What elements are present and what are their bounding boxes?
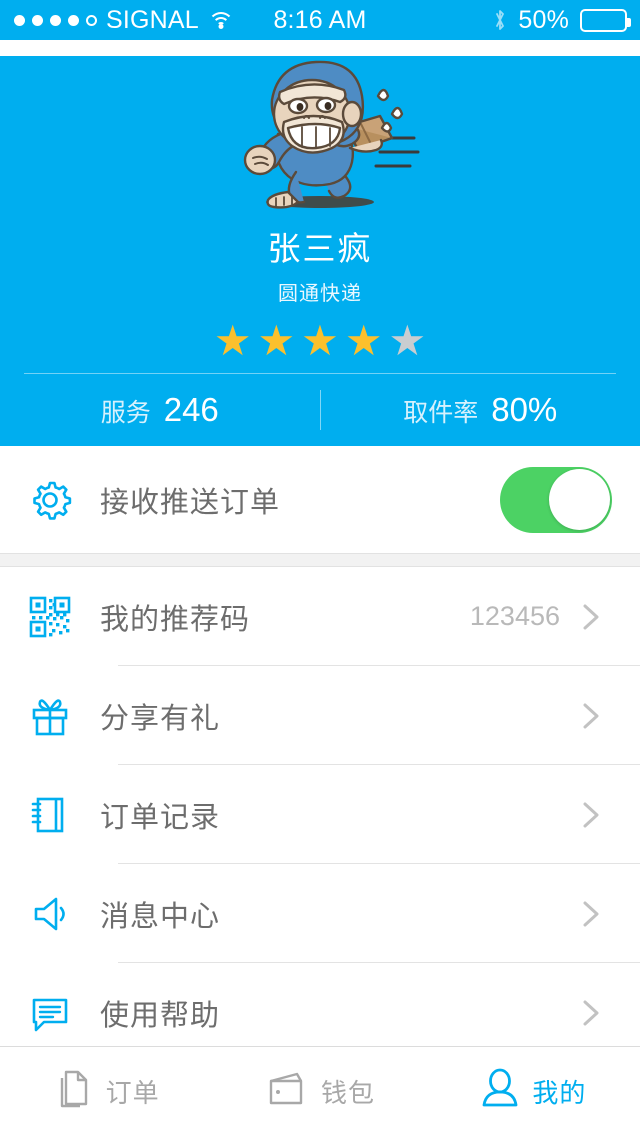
notebook-icon [0, 793, 100, 837]
carrier-label: SIGNAL [106, 5, 199, 34]
toggle-knob [548, 469, 610, 530]
tab-orders[interactable]: 订单 [0, 1047, 213, 1136]
status-bar: SIGNAL 8:16 AM 50% [0, 0, 640, 40]
tab-profile[interactable]: 我的 [427, 1047, 640, 1136]
status-bar-right: 50% [493, 6, 640, 35]
stat-service-label: 服务 [100, 399, 151, 427]
bottom-tab-bar: 订单 钱包 我的 [0, 1046, 640, 1136]
chat-icon [0, 991, 100, 1035]
chevron-right-icon [578, 991, 640, 1035]
menu-list: 我的推荐码 123456 分享有礼订单记录消息中心使用帮助 [0, 567, 640, 1062]
bluetooth-icon [493, 8, 507, 32]
rating-star: ★ [213, 317, 252, 364]
stat-pickup-rate-label: 取件率 [403, 399, 479, 427]
chevron-right-icon [578, 892, 640, 936]
menu-item-label: 我的推荐码 [100, 603, 251, 636]
rating-star: ★ [257, 317, 296, 364]
rating-star: ★ [344, 317, 383, 364]
stat-service: 服务 246 [0, 391, 320, 429]
person-icon [480, 1067, 520, 1116]
gear-icon [0, 478, 100, 522]
gift-icon [0, 694, 100, 738]
battery-percent-label: 50% [518, 5, 569, 34]
menu-item[interactable]: 消息中心 [0, 864, 640, 963]
menu-item[interactable]: 分享有礼 [0, 666, 640, 765]
tab-wallet-label: 钱包 [320, 1078, 375, 1108]
stats-row: 服务 246 取件率 80% [0, 374, 640, 446]
status-bar-left: SIGNAL [0, 6, 234, 35]
profile-header: 张三疯 圆通快递 ★ ★ ★ ★ ★ 服务 246 取件率 80% [0, 56, 640, 446]
tab-profile-label: 我的 [532, 1078, 587, 1108]
section-gap [0, 553, 640, 567]
menu-item[interactable]: 订单记录 [0, 765, 640, 864]
menu-item-label: 分享有礼 [100, 702, 221, 735]
courier-monkey-mascot [200, 56, 440, 216]
chevron-right-icon [578, 595, 640, 639]
rating-stars: ★ ★ ★ ★ ★ [0, 320, 640, 362]
documents-icon [54, 1067, 94, 1116]
tab-orders-label: 订单 [105, 1078, 160, 1108]
tab-wallet[interactable]: 钱包 [213, 1047, 426, 1136]
menu-item-label: 订单记录 [100, 801, 221, 834]
user-name: 张三疯 [267, 230, 373, 267]
push-orders-label: 接收推送订单 [100, 486, 281, 519]
wallet-icon [265, 1069, 309, 1114]
wifi-icon [207, 10, 234, 30]
menu-item-label: 使用帮助 [100, 999, 221, 1032]
menu-item-label: 消息中心 [100, 900, 221, 933]
push-orders-toggle[interactable] [500, 466, 612, 533]
rating-star: ★ [301, 317, 339, 364]
rating-star: ★ [388, 317, 427, 364]
company-name: 圆通快递 [278, 283, 362, 305]
stat-pickup-rate: 取件率 80% [321, 391, 640, 429]
menu-item[interactable]: 我的推荐码 123456 [0, 567, 640, 666]
stat-pickup-rate-value: 80% [491, 391, 558, 428]
chevron-right-icon [578, 694, 640, 738]
battery-icon [580, 8, 631, 32]
app-screen: SIGNAL 8:16 AM 50% 张三疯 圆通快递 ★ ★ ★ ★ ★ 服务… [0, 0, 640, 1136]
chevron-right-icon [578, 793, 640, 837]
speaker-icon [0, 892, 100, 936]
push-orders-row[interactable]: 接收推送订单 [0, 446, 640, 553]
signal-strength-icon [14, 14, 97, 26]
qrcode-icon [0, 595, 100, 639]
menu-item-value: 123456 [469, 601, 560, 631]
stat-service-value: 246 [163, 391, 219, 428]
